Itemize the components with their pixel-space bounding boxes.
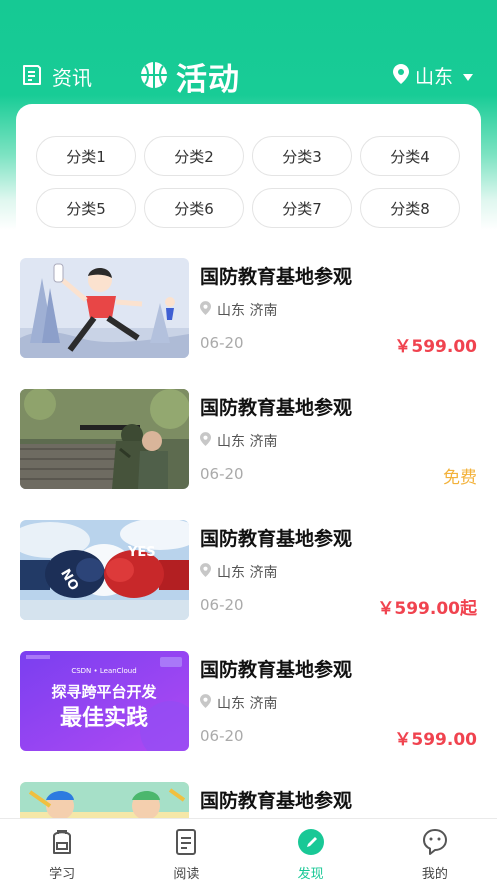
category-button[interactable]: 分类3 xyxy=(252,136,352,176)
activity-title: 国防教育基地参观 xyxy=(200,266,353,288)
activity-location: 山东 济南 xyxy=(200,693,277,713)
news-tab-label: 资讯 xyxy=(52,66,92,90)
category-panel: 分类1 分类2 分类3 分类4 分类5 分类6 分类7 分类8 xyxy=(16,104,481,244)
page-title: 活动 xyxy=(176,62,240,98)
location-pin-icon xyxy=(200,694,211,712)
activity-thumbnail-cartoon-runner[interactable] xyxy=(20,258,189,358)
basketball-icon xyxy=(140,61,168,93)
news-tab[interactable]: 资讯 xyxy=(20,62,92,91)
location-pin-icon xyxy=(200,301,211,319)
activity-title: 国防教育基地参观 xyxy=(200,659,353,681)
activity-thumbnail-shooting-training[interactable] xyxy=(20,389,189,489)
activity-item[interactable]: CSDN • LeanCloud 探寻跨平台开发 最佳实践 国防教育基地参观 山… xyxy=(0,651,497,782)
activity-date: 06-20 xyxy=(200,596,244,614)
activity-thumbnail-csdn-banner[interactable]: CSDN • LeanCloud 探寻跨平台开发 最佳实践 xyxy=(20,651,189,751)
location-selector[interactable]: 山东 xyxy=(392,62,473,89)
banner-line-1: 探寻跨平台开发 xyxy=(51,683,157,701)
activity-date: 06-20 xyxy=(200,465,244,483)
category-button[interactable]: 分类5 xyxy=(36,188,136,228)
category-button[interactable]: 分类7 xyxy=(252,188,352,228)
activity-location: 山东 济南 xyxy=(200,562,277,582)
activity-item[interactable]: 国防教育基地参观 山东 济南 06-20 ￥599.00 xyxy=(0,258,497,389)
activity-location-text: 山东 济南 xyxy=(217,565,278,581)
tab-study[interactable]: 学习 xyxy=(0,819,124,883)
bottom-tab-bar: 学习 阅读 发现 我的 xyxy=(0,818,497,883)
activity-price: ￥599.00 xyxy=(394,337,477,357)
activity-location: 山东 济南 xyxy=(200,431,277,451)
tab-mine[interactable]: 我的 xyxy=(373,819,497,883)
location-pin-icon xyxy=(200,432,211,450)
category-button[interactable]: 分类6 xyxy=(144,188,244,228)
activity-list: 国防教育基地参观 山东 济南 06-20 ￥599.00 国防教育基地参观 山东… xyxy=(0,258,497,883)
activity-thumbnail-boxing-gloves[interactable]: NO YES xyxy=(20,520,189,620)
chat-bubble-icon xyxy=(422,828,448,860)
activity-date: 06-20 xyxy=(200,334,244,352)
glove-text-right: YES xyxy=(127,545,156,560)
document-icon xyxy=(173,828,199,860)
activity-title: 国防教育基地参观 xyxy=(200,790,353,812)
tab-label: 学习 xyxy=(49,867,76,882)
tab-label: 我的 xyxy=(421,867,448,882)
location-label: 山东 xyxy=(414,66,453,88)
category-button[interactable]: 分类4 xyxy=(360,136,460,176)
activity-location: 山东 济南 xyxy=(200,300,277,320)
tab-reading[interactable]: 阅读 xyxy=(124,819,248,883)
tab-discover[interactable]: 发现 xyxy=(249,819,373,883)
activity-tab[interactable]: 活动 xyxy=(140,54,240,99)
activity-date: 06-20 xyxy=(200,727,244,745)
activity-title: 国防教育基地参观 xyxy=(200,397,353,419)
top-header: 资讯 活动 山东 xyxy=(0,52,497,99)
activity-location-text: 山东 济南 xyxy=(217,303,278,319)
location-pin-icon xyxy=(200,563,211,581)
banner-line-2: 最佳实践 xyxy=(60,705,148,731)
activity-title: 国防教育基地参观 xyxy=(200,528,353,550)
activity-location-text: 山东 济南 xyxy=(217,696,278,712)
category-button[interactable]: 分类2 xyxy=(144,136,244,176)
activity-price: 免费 xyxy=(443,468,477,488)
category-button[interactable]: 分类1 xyxy=(36,136,136,176)
compass-icon xyxy=(297,828,325,860)
tab-label: 阅读 xyxy=(173,867,200,882)
news-icon xyxy=(20,63,44,91)
location-pin-icon xyxy=(392,63,409,88)
caret-down-icon xyxy=(463,66,473,85)
activity-item[interactable]: NO YES 国防教育基地参观 山东 济南 06-20 ￥599.00起 xyxy=(0,520,497,651)
activity-location-text: 山东 济南 xyxy=(217,434,278,450)
activity-price: ￥599.00 xyxy=(394,730,477,750)
banner-brand: CSDN • LeanCloud xyxy=(71,667,136,675)
activity-item[interactable]: 国防教育基地参观 山东 济南 06-20 免费 xyxy=(0,389,497,520)
category-button[interactable]: 分类8 xyxy=(360,188,460,228)
backpack-icon xyxy=(49,828,75,860)
tab-label: 发现 xyxy=(297,867,324,882)
activity-price: ￥599.00起 xyxy=(377,599,477,619)
category-grid: 分类1 分类2 分类3 分类4 分类5 分类6 分类7 分类8 xyxy=(36,136,461,228)
